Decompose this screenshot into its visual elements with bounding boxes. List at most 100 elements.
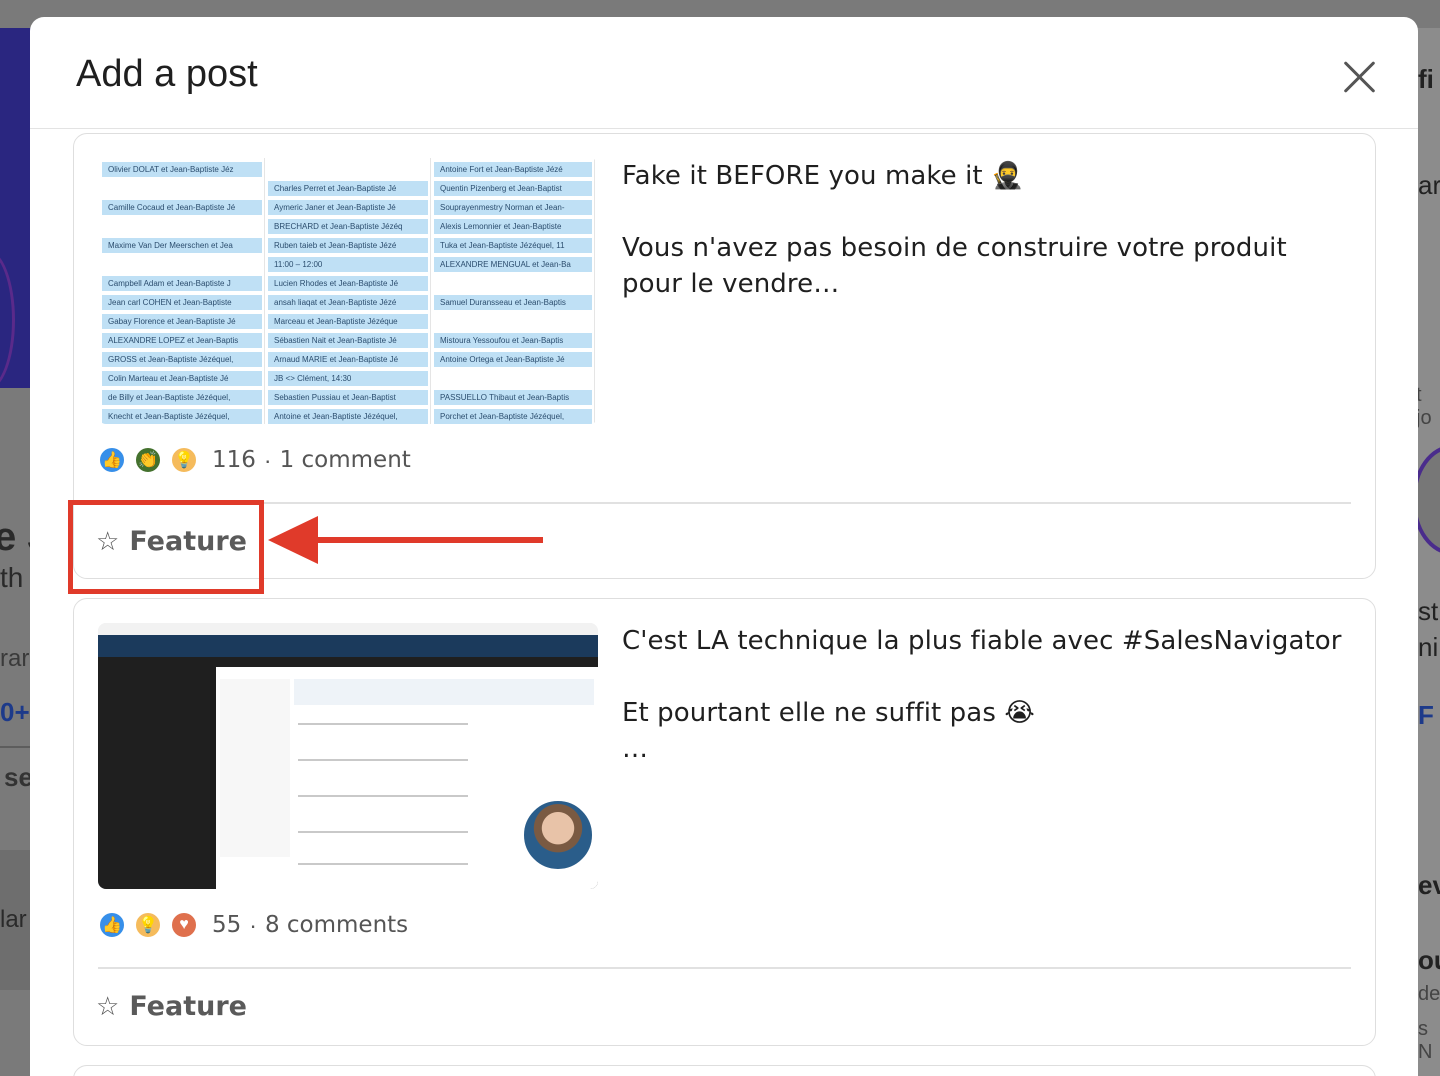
spreadsheet-cell: Gabay Florence et Jean-Baptiste Jé bbox=[102, 314, 262, 330]
background-right-title: fi bbox=[1418, 64, 1434, 94]
reaction-count: 116 bbox=[212, 447, 256, 473]
spreadsheet-cell: Samuel Duransseau et Jean-Baptis bbox=[434, 295, 592, 311]
reactions-summary[interactable]: 👍 💡 ♥ 55 · 8 comments bbox=[98, 911, 408, 939]
background-divider bbox=[0, 746, 30, 748]
background-card-fragment: lar bbox=[0, 906, 27, 933]
salesnav-thumbnail bbox=[98, 623, 598, 889]
background-section-fragment: se bbox=[4, 762, 33, 792]
reaction-count: 55 bbox=[212, 912, 242, 938]
spreadsheet-cell: Sebastien Pussiau et Jean-Baptist bbox=[268, 390, 428, 406]
background-count-fragment: 0+ bbox=[0, 697, 30, 727]
spreadsheet-cell: Sébastien Nait et Jean-Baptiste Jé bbox=[268, 333, 428, 349]
comments-count[interactable]: 1 comment bbox=[280, 447, 411, 473]
insightful-icon: 💡 bbox=[134, 911, 162, 939]
spreadsheet-cell: Olivier DOLAT et Jean-Baptiste Jéz bbox=[102, 162, 262, 178]
result-row bbox=[298, 863, 468, 865]
spreadsheet-cell: BRECHARD et Jean-Baptiste Jézéq bbox=[268, 219, 428, 235]
card-divider bbox=[98, 502, 1351, 504]
salesnav-topbar bbox=[98, 635, 598, 657]
reactions-summary[interactable]: 👍 👏 💡 116 · 1 comment bbox=[98, 446, 411, 474]
spreadsheet-cell bbox=[102, 181, 262, 197]
spreadsheet-cell: Mistoura Yessoufou et Jean-Baptis bbox=[434, 333, 592, 349]
result-row bbox=[298, 723, 468, 725]
spreadsheet-cell: Jean carl COHEN et Jean-Baptiste bbox=[102, 295, 262, 311]
spreadsheet-cell: Camille Cocaud et Jean-Baptiste Jé bbox=[102, 200, 262, 216]
annotation-highlight-box bbox=[68, 500, 264, 594]
spreadsheet-cell bbox=[434, 276, 592, 292]
spreadsheet-cell: Alexis Lemonnier et Jean-Baptiste bbox=[434, 219, 592, 235]
background-right-fragment: ou bbox=[1418, 945, 1440, 975]
spreadsheet-cell: ALEXANDRE MENGUAL et Jean-Ba bbox=[434, 257, 592, 273]
spreadsheet-cell: Knecht et Jean-Baptiste Jézéquel, bbox=[102, 409, 262, 424]
spreadsheet-cell: Tuka et Jean-Baptiste Jézéquel, 11 bbox=[434, 238, 592, 254]
browser-bookmarks-bar bbox=[98, 623, 598, 635]
spreadsheet-cell: Antoine Ortega et Jean-Baptiste Jé bbox=[434, 352, 592, 368]
spreadsheet-cell: Antoine Fort et Jean-Baptiste Jézé bbox=[434, 162, 592, 178]
love-icon: ♥ bbox=[170, 911, 198, 939]
spreadsheet-cell: GROSS et Jean-Baptiste Jézéquel, bbox=[102, 352, 262, 368]
spreadsheet-cell: de Billy et Jean-Baptiste Jézéquel, bbox=[102, 390, 262, 406]
annotation-arrow-shaft bbox=[310, 537, 543, 543]
background-right-fragment: ni bbox=[1418, 632, 1439, 662]
result-row bbox=[298, 795, 468, 797]
spreadsheet-cell bbox=[102, 257, 262, 273]
spreadsheet-cell bbox=[434, 371, 592, 387]
card-divider bbox=[98, 967, 1351, 969]
post-image-salesnav bbox=[98, 623, 598, 889]
spreadsheet-cell: Aymeric Janer et Jean-Baptiste Jé bbox=[268, 200, 428, 216]
spreadsheet-cell: Colin Marteau et Jean-Baptiste Jé bbox=[102, 371, 262, 387]
spreadsheet-cell: Campbell Adam et Jean-Baptiste J bbox=[102, 276, 262, 292]
spreadsheet-cell bbox=[102, 219, 262, 235]
spreadsheet-cell: Souprayenmestry Norman et Jean- bbox=[434, 200, 592, 216]
insightful-icon: 💡 bbox=[170, 446, 198, 474]
comments-count[interactable]: 8 comments bbox=[265, 912, 408, 938]
spreadsheet-cell: Charles Perret et Jean-Baptiste Jé bbox=[268, 181, 428, 197]
dialog-title: Add a post bbox=[76, 53, 258, 95]
post-text: C'est LA technique la plus fiable avec #… bbox=[622, 626, 1342, 764]
spreadsheet-cell: Lucien Rhodes et Jean-Baptiste Jé bbox=[268, 276, 428, 292]
spreadsheet-cell: JB <> Clément, 14:30 bbox=[268, 371, 428, 387]
close-icon[interactable] bbox=[1338, 55, 1380, 97]
background-right-fragment: ar bbox=[1418, 170, 1440, 200]
spreadsheet-cell: 11:00 – 12:00 bbox=[268, 257, 428, 273]
spreadsheet-gridline bbox=[430, 158, 431, 424]
results-tabs bbox=[294, 679, 594, 705]
spreadsheet-cell: Quentin Pizenberg et Jean-Baptist bbox=[434, 181, 592, 197]
result-row bbox=[298, 759, 468, 761]
spreadsheet-cell: ALEXANDRE LOPEZ et Jean-Baptis bbox=[102, 333, 262, 349]
annotation-arrow-head bbox=[268, 516, 318, 564]
spreadsheet-cell: Maxime Van Der Meerschen et Jea bbox=[102, 238, 262, 254]
background-right-fragment: s N bbox=[1418, 1018, 1433, 1063]
post-text: Fake it BEFORE you make it 🥷 Vous n'avez… bbox=[622, 161, 1287, 299]
background-right-fragment: t jo bbox=[1416, 384, 1432, 429]
spreadsheet-thumbnail: Olivier DOLAT et Jean-Baptiste Jéz Camill… bbox=[98, 158, 598, 424]
post-card[interactable]: C'est LA technique la plus fiable avec #… bbox=[73, 598, 1376, 1046]
background-right-fragment: de bbox=[1418, 983, 1440, 1005]
spreadsheet-gridline bbox=[264, 158, 265, 424]
background-right-fragment: ev bbox=[1418, 870, 1440, 900]
spreadsheet-gridline bbox=[594, 158, 595, 424]
star-icon: ☆ bbox=[96, 991, 120, 1021]
background-headline-fragment: th bbox=[0, 562, 24, 593]
post-card[interactable] bbox=[73, 1065, 1376, 1076]
like-icon: 👍 bbox=[98, 911, 126, 939]
post-card[interactable]: Olivier DOLAT et Jean-Baptiste Jéz Camill… bbox=[73, 133, 1376, 579]
spreadsheet-cell: ansah liaqat et Jean-Baptiste Jézé bbox=[268, 295, 428, 311]
spreadsheet-cell: Marceau et Jean-Baptiste Jézéque bbox=[268, 314, 428, 330]
result-row bbox=[298, 831, 468, 833]
separator-dot: · bbox=[249, 911, 257, 938]
spreadsheet-cell bbox=[268, 162, 428, 178]
like-icon: 👍 bbox=[98, 446, 126, 474]
spreadsheet-cell: Antoine et Jean-Baptiste Jézéquel, bbox=[268, 409, 428, 424]
filters-panel bbox=[220, 679, 290, 857]
post-image-spreadsheet: Olivier DOLAT et Jean-Baptiste Jéz Camill… bbox=[98, 158, 598, 424]
celebrate-icon: 👏 bbox=[134, 446, 162, 474]
spreadsheet-cell: Arnaud MARIE et Jean-Baptiste Jé bbox=[268, 352, 428, 368]
spreadsheet-cell: PASSUELLO Thibaut et Jean-Baptis bbox=[434, 390, 592, 406]
feature-button[interactable]: ☆ Feature bbox=[96, 991, 247, 1022]
background-text-fragment: rar bbox=[0, 645, 30, 672]
spreadsheet-cell: Porchet et Jean-Baptiste Jézéquel, bbox=[434, 409, 592, 424]
background-right-button-fragment: F bbox=[1418, 700, 1434, 730]
spreadsheet-cell bbox=[434, 314, 592, 330]
separator-dot: · bbox=[263, 446, 272, 473]
